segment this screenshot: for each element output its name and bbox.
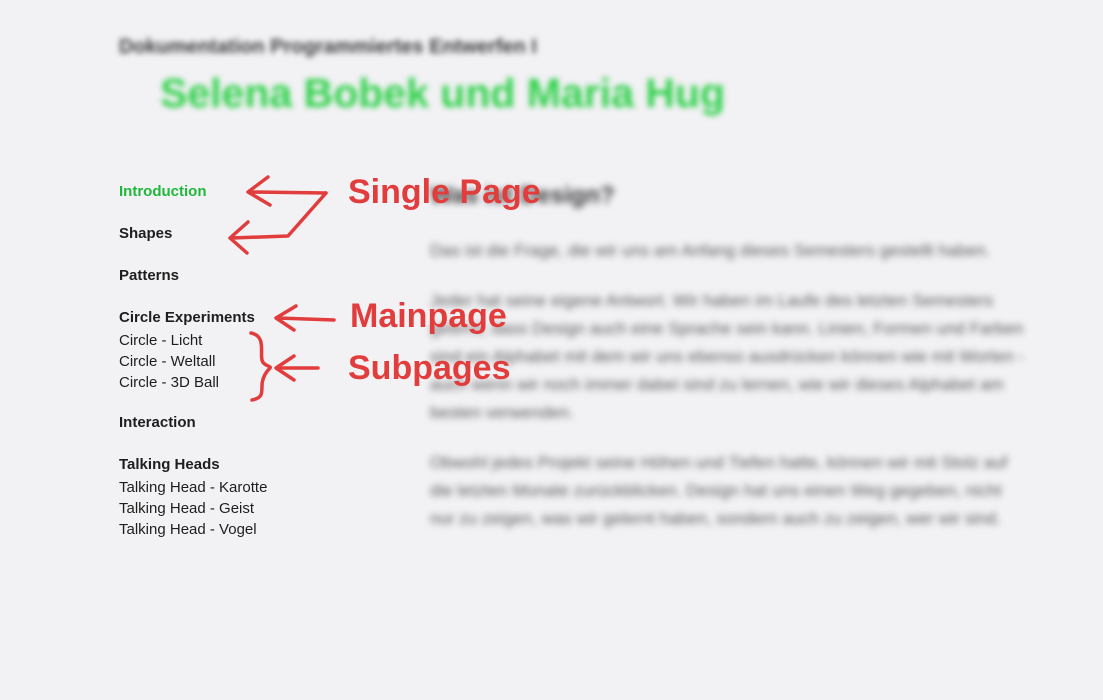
arrow-to-subpages-icon xyxy=(274,354,320,382)
annotation-mainpage: Mainpage xyxy=(350,297,507,335)
brace-subpages-icon xyxy=(249,331,273,402)
annotation-overlay xyxy=(228,175,336,402)
annotation-single-page: Single Page xyxy=(348,173,541,211)
arrow-to-shapes-icon xyxy=(228,191,328,255)
annotation-subpages: Subpages xyxy=(348,349,511,387)
arrow-to-introduction-icon xyxy=(246,175,328,207)
arrow-to-mainpage-icon xyxy=(274,304,336,332)
